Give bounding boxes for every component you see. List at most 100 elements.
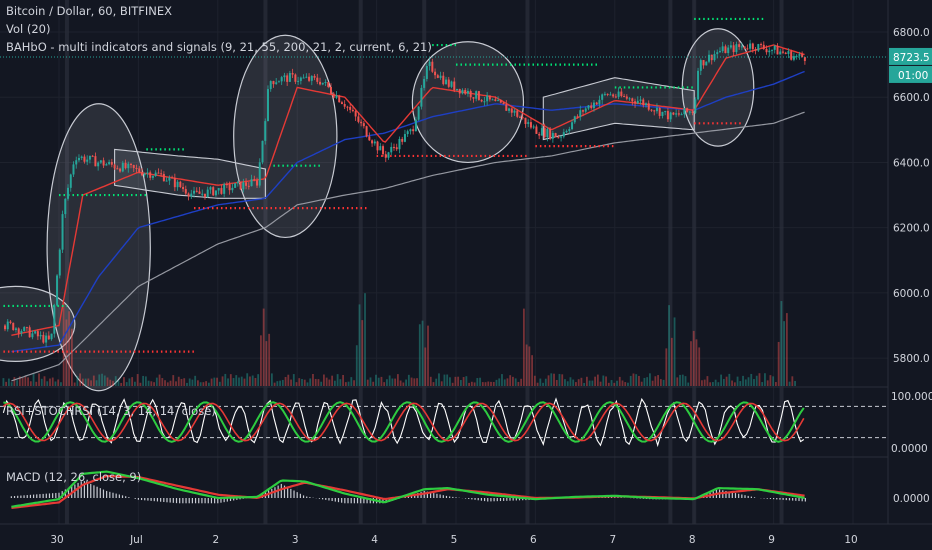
volume-bar (588, 380, 591, 386)
candle-body (36, 331, 39, 337)
candle-body (321, 82, 324, 85)
volume-bar (783, 321, 786, 386)
volume-bar (731, 380, 733, 386)
candle-body (702, 60, 705, 66)
volume-bar (613, 382, 616, 386)
candle-body (749, 43, 752, 49)
volume-bar (134, 381, 136, 386)
volume-bar (547, 375, 550, 386)
volume-bar (60, 382, 62, 386)
volume-bar (101, 373, 103, 386)
candle-body (193, 190, 196, 194)
candle-body (245, 182, 248, 186)
chart-canvas[interactable]: 6800.06600.06400.06200.06000.05800.0100.… (0, 0, 932, 550)
candle-body (390, 146, 393, 153)
candle-body (735, 44, 738, 53)
candle-body (439, 75, 442, 78)
volume-bar (218, 381, 221, 386)
candle-body (683, 108, 686, 115)
volume-bar (446, 374, 449, 386)
volume-bar (670, 337, 673, 386)
volume-bar (183, 378, 186, 386)
volume-bar (506, 378, 509, 386)
volume-bar (695, 339, 698, 386)
volume-bar (155, 377, 158, 386)
candle-body (351, 109, 354, 112)
candle-body (138, 168, 141, 173)
volume-bar (605, 376, 607, 386)
candle-body (149, 172, 152, 178)
volume-bar (709, 382, 712, 386)
candle-body (592, 102, 595, 109)
candle-body (335, 95, 338, 98)
candle-body (187, 193, 190, 197)
candle-body (560, 136, 563, 138)
volume-bar (301, 378, 303, 386)
candle-body (23, 327, 26, 332)
candle-body (371, 140, 374, 144)
volume-bar (276, 381, 279, 386)
volume-bar (290, 379, 292, 386)
candle-body (524, 117, 527, 125)
candle-body (190, 193, 193, 197)
candle-body (332, 93, 335, 98)
candle-body (179, 181, 182, 188)
volume-bar (339, 379, 342, 386)
candle-body (450, 81, 453, 87)
candle-body (699, 60, 702, 71)
time-tick-label: 3 (292, 534, 299, 546)
volume-bar (569, 377, 572, 386)
candle-body (286, 75, 289, 82)
candle-body (455, 88, 458, 91)
candle-body (790, 51, 793, 60)
volume-bar (65, 319, 68, 386)
candle-body (280, 77, 283, 82)
candle-body (91, 155, 94, 157)
candle-body (258, 162, 261, 186)
candle-body (75, 160, 78, 165)
volume-bar (249, 376, 251, 386)
candle-body (223, 184, 226, 194)
volume-bar (172, 375, 175, 386)
volume-bar (435, 378, 438, 386)
volume-bar (84, 378, 87, 386)
volume-bar (158, 374, 161, 386)
candle-body (639, 99, 642, 101)
candle-body (373, 141, 376, 144)
candle-body (590, 105, 593, 109)
candle-body (50, 333, 53, 340)
signal-column (525, 0, 530, 524)
volume-bar (421, 320, 424, 386)
candle-body (225, 184, 228, 186)
volume-bar (227, 378, 229, 386)
candle-body (198, 191, 201, 194)
volume-bar (175, 381, 177, 386)
volume-bar (585, 376, 588, 386)
volume-bar (520, 378, 523, 386)
volume-bar (561, 374, 564, 386)
candle-body (401, 138, 404, 142)
volume-bar (413, 378, 416, 386)
volume-bar (153, 382, 155, 386)
volume-bar (24, 376, 27, 386)
volume-bar (577, 379, 580, 386)
candle-body (420, 87, 423, 107)
volume-bar (638, 375, 640, 386)
candle-body (299, 77, 302, 81)
volume-bar (10, 382, 13, 386)
candle-body (743, 46, 746, 49)
volume-bar (501, 374, 503, 386)
volume-bar (536, 382, 539, 386)
candle-body (686, 108, 689, 112)
candle-body (253, 179, 256, 181)
volume-bar (714, 379, 717, 386)
volume-bar (728, 373, 731, 386)
candle-body (636, 100, 639, 104)
volume-bar (607, 382, 610, 386)
volume-bar (583, 382, 586, 386)
volume-bar (112, 380, 114, 386)
volume-bar (186, 382, 188, 386)
candle-body (576, 116, 579, 118)
price-tick-label: 5800.0 (893, 353, 930, 365)
volume-bar (380, 376, 383, 386)
